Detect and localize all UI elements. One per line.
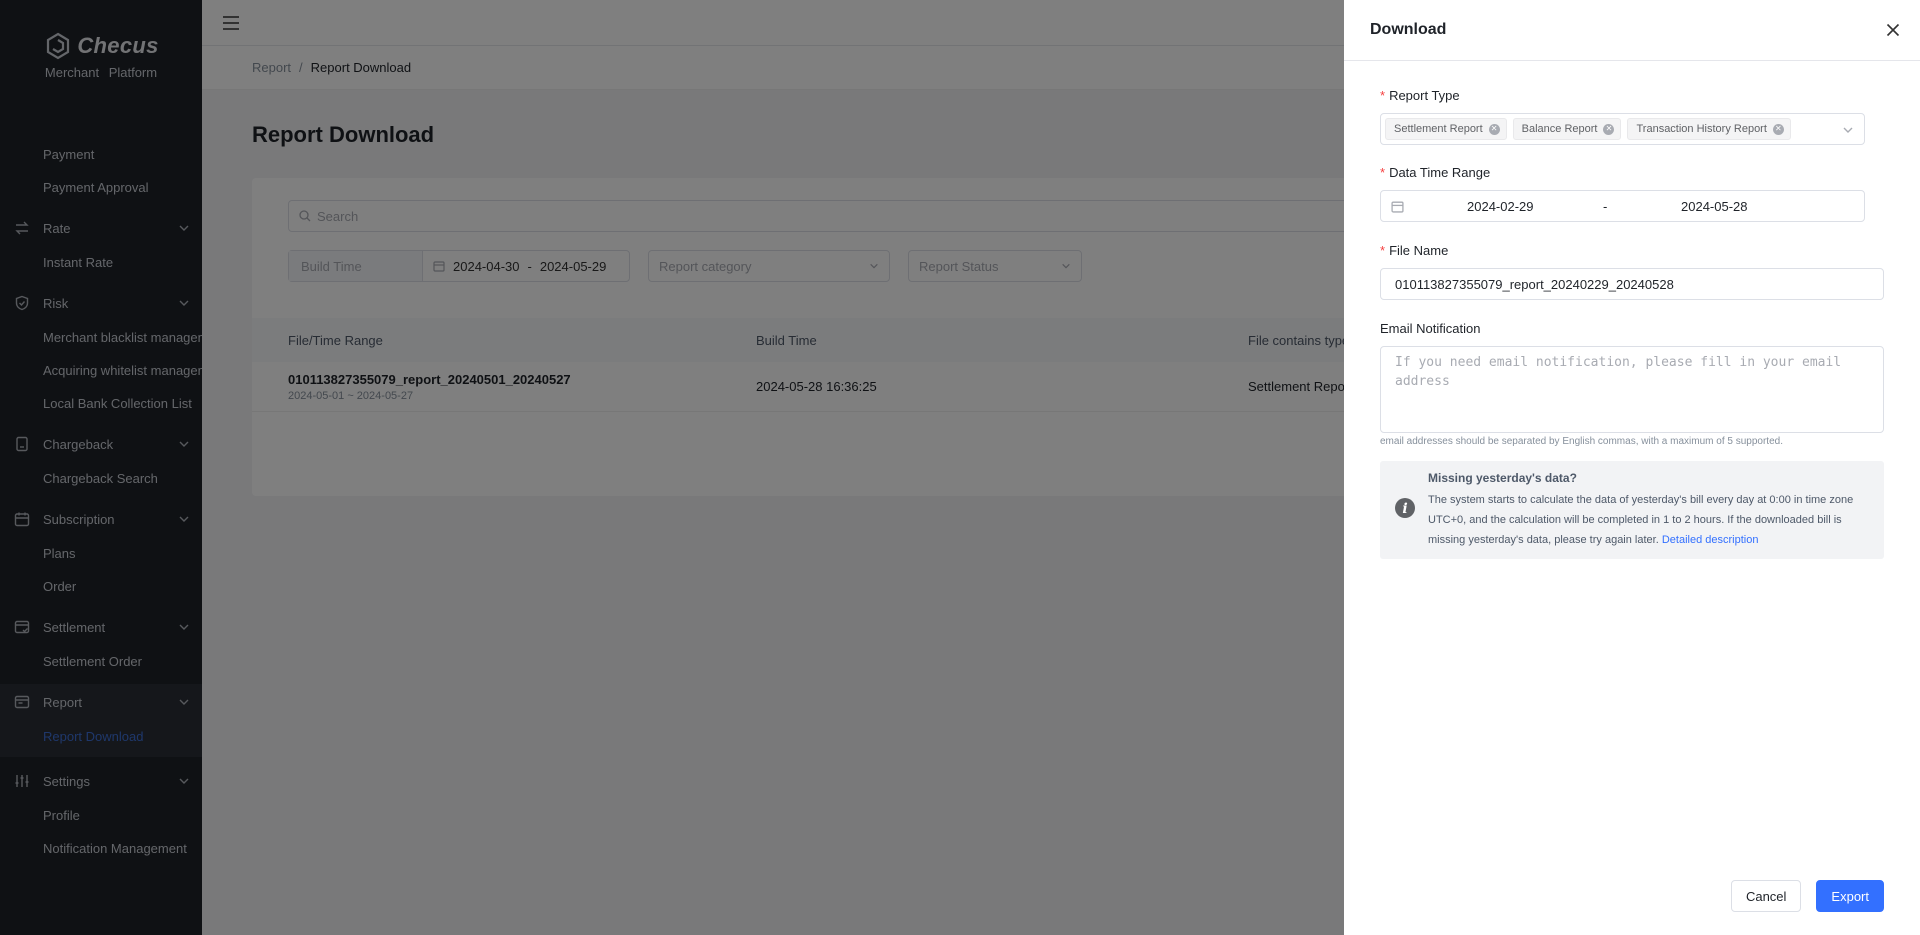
date-range-label: * Data Time Range bbox=[1380, 165, 1920, 180]
close-icon[interactable] bbox=[1886, 23, 1900, 37]
file-name-label: * File Name bbox=[1380, 243, 1920, 258]
info-text: The system starts to calculate the data … bbox=[1428, 490, 1870, 550]
tag-remove-icon[interactable]: ✕ bbox=[1772, 123, 1784, 135]
email-notification-textarea[interactable] bbox=[1380, 346, 1884, 433]
date-start[interactable]: 2024-02-29 bbox=[1467, 199, 1534, 214]
download-drawer: Download * Report Type Settlement Report… bbox=[1344, 0, 1920, 935]
label-text: File Name bbox=[1389, 243, 1449, 258]
export-button[interactable]: Export bbox=[1816, 880, 1884, 912]
required-mark: * bbox=[1380, 88, 1386, 103]
download-form: * Report Type Settlement Report ✕ Balanc… bbox=[1344, 88, 1920, 559]
required-mark: * bbox=[1380, 165, 1386, 180]
tag-remove-icon[interactable]: ✕ bbox=[1603, 123, 1615, 135]
date-separator: - bbox=[1603, 198, 1608, 214]
report-type-label: * Report Type bbox=[1380, 88, 1920, 103]
email-notification-label: Email Notification bbox=[1380, 321, 1920, 336]
info-notice: i Missing yesterday's data? The system s… bbox=[1380, 461, 1884, 559]
email-hint: email addresses should be separated by E… bbox=[1380, 436, 1783, 447]
tag-settlement-report: Settlement Report ✕ bbox=[1385, 118, 1507, 140]
svg-text:i: i bbox=[1402, 501, 1407, 517]
label-text: Email Notification bbox=[1380, 321, 1481, 336]
label-text: Data Time Range bbox=[1389, 165, 1491, 180]
tag-transaction-history-report: Transaction History Report ✕ bbox=[1627, 118, 1791, 140]
tag-label: Settlement Report bbox=[1394, 123, 1483, 135]
tag-remove-icon[interactable]: ✕ bbox=[1488, 123, 1500, 135]
info-icon: i bbox=[1395, 498, 1415, 518]
chevron-down-icon bbox=[1843, 127, 1853, 133]
info-title: Missing yesterday's data? bbox=[1428, 471, 1577, 485]
drawer-footer: Cancel Export bbox=[1730, 880, 1884, 912]
report-type-select[interactable]: Settlement Report ✕ Balance Report ✕ Tra… bbox=[1380, 113, 1865, 145]
info-body: The system starts to calculate the data … bbox=[1428, 494, 1854, 546]
calendar-icon bbox=[1391, 201, 1404, 213]
tag-balance-report: Balance Report ✕ bbox=[1512, 118, 1622, 140]
drawer-header: Download bbox=[1344, 0, 1920, 61]
file-name-input[interactable]: 010113827355079_report_20240229_20240528 bbox=[1380, 268, 1884, 300]
date-end[interactable]: 2024-05-28 bbox=[1681, 199, 1748, 214]
date-range-picker[interactable]: 2024-02-29 - 2024-05-28 bbox=[1380, 190, 1865, 222]
tag-label: Balance Report bbox=[1521, 123, 1598, 135]
drawer-title: Download bbox=[1370, 21, 1447, 38]
tag-label: Transaction History Report bbox=[1636, 123, 1767, 135]
detailed-description-link[interactable]: Detailed description bbox=[1662, 534, 1759, 546]
label-text: Report Type bbox=[1389, 88, 1460, 103]
required-mark: * bbox=[1380, 243, 1386, 258]
cancel-button[interactable]: Cancel bbox=[1730, 880, 1802, 912]
